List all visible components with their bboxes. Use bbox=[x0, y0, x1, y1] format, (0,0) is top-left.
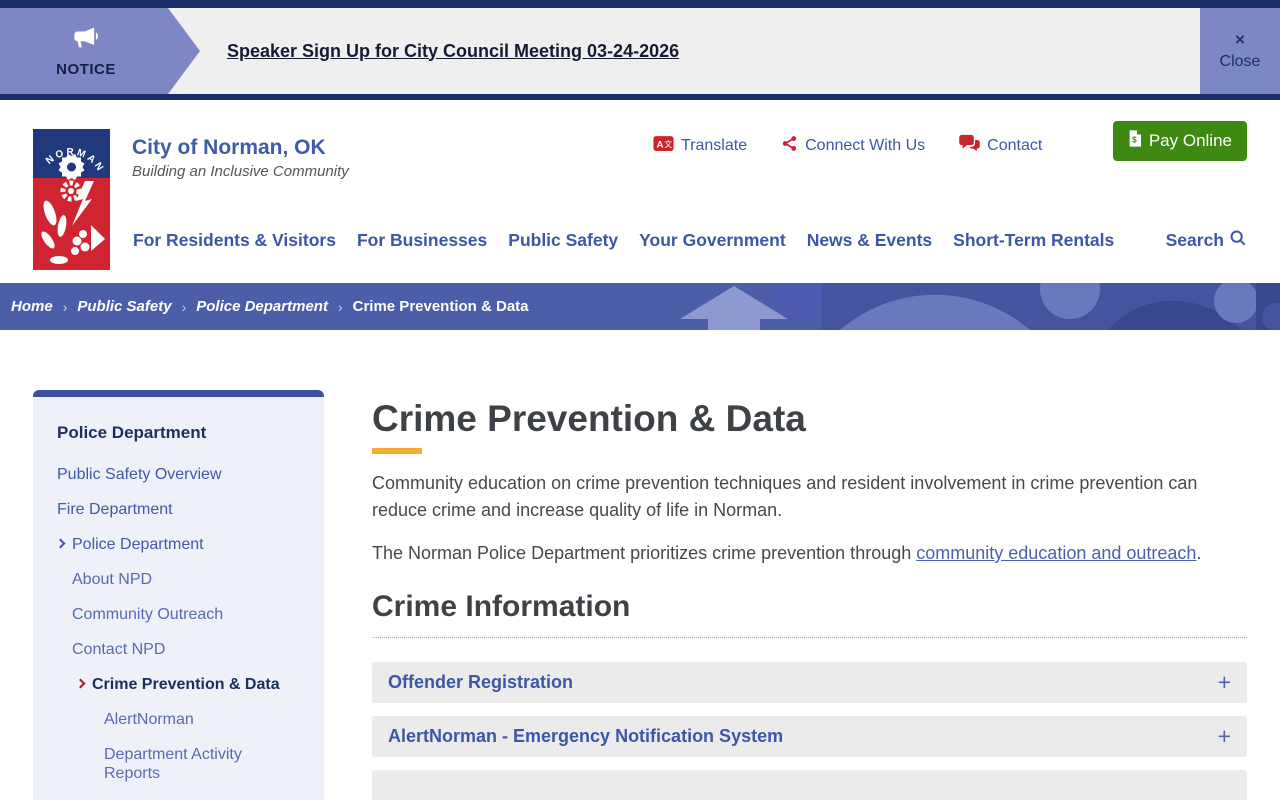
chevron-right-icon bbox=[55, 538, 66, 549]
breadcrumb-bar: Home › Public Safety › Police Department… bbox=[0, 283, 1280, 330]
contact-label: Contact bbox=[987, 136, 1043, 154]
translate-link[interactable]: A 文 Translate bbox=[653, 135, 747, 157]
sidebar-item-crime-prevention-data[interactable]: Crime Prevention & Data bbox=[75, 675, 300, 694]
site-title[interactable]: City of Norman, OK bbox=[132, 136, 326, 160]
breadcrumb-home[interactable]: Home bbox=[11, 298, 53, 315]
plus-icon: + bbox=[1217, 669, 1231, 695]
invoice-icon: $ bbox=[1128, 130, 1141, 152]
close-icon: × bbox=[1235, 30, 1245, 49]
breadcrumb-public-safety[interactable]: Public Safety bbox=[77, 298, 171, 315]
nav-your-government[interactable]: Your Government bbox=[639, 230, 786, 251]
body-paragraph: The Norman Police Department prioritizes… bbox=[372, 543, 1202, 563]
sidebar-panel: Police Department Public Safety Overview… bbox=[33, 397, 324, 800]
pay-online-button[interactable]: $ Pay Online bbox=[1112, 121, 1247, 161]
notice-link[interactable]: Speaker Sign Up for City Council Meeting… bbox=[227, 41, 679, 62]
accordion-alertnorman[interactable]: AlertNorman - Emergency Notification Sys… bbox=[372, 716, 1247, 757]
notice-flag: NOTICE bbox=[0, 8, 200, 94]
breadcrumb-decoration bbox=[680, 283, 1280, 330]
notice-banner-body: NOTICE Speaker Sign Up for City Council … bbox=[0, 8, 1280, 94]
svg-text:$: $ bbox=[1132, 136, 1137, 145]
sidebar: Police Department Public Safety Overview… bbox=[33, 390, 324, 800]
nav-residents-visitors[interactable]: For Residents & Visitors bbox=[133, 230, 336, 251]
breadcrumb: Home › Public Safety › Police Department… bbox=[11, 283, 529, 330]
connect-with-us-label: Connect With Us bbox=[805, 136, 926, 154]
chevron-right-icon: › bbox=[337, 298, 343, 315]
sidebar-item-about-npd[interactable]: About NPD bbox=[72, 570, 300, 589]
contact-link[interactable]: Contact bbox=[959, 134, 1042, 157]
accordion-list: Offender Registration + AlertNorman - Em… bbox=[372, 662, 1247, 800]
page-title: Crime Prevention & Data bbox=[372, 398, 806, 439]
sidebar-accent-bar bbox=[33, 390, 324, 397]
close-label: Close bbox=[1219, 53, 1261, 70]
main-nav: For Residents & Visitors For Businesses … bbox=[133, 229, 1247, 252]
nav-public-safety[interactable]: Public Safety bbox=[508, 230, 618, 251]
translate-label: Translate bbox=[681, 136, 748, 154]
main-content: Crime Prevention & Data Community educat… bbox=[372, 398, 1247, 800]
intro-paragraph: Community education on crime prevention … bbox=[372, 473, 1198, 520]
translate-icon: A 文 bbox=[653, 135, 674, 157]
sidebar-item-police-department[interactable]: Police Department bbox=[55, 535, 300, 554]
nav-news-events[interactable]: News & Events bbox=[807, 230, 932, 251]
connect-with-us-link[interactable]: Connect With Us bbox=[781, 135, 925, 157]
chevron-right-icon bbox=[75, 678, 86, 689]
notice-banner: NOTICE Speaker Sign Up for City Council … bbox=[0, 0, 1280, 100]
sidebar-item-department-activity-reports[interactable]: Department Activity Reports bbox=[104, 745, 300, 783]
svg-text:文: 文 bbox=[664, 139, 672, 149]
megaphone-icon bbox=[71, 24, 101, 57]
chevron-right-icon: › bbox=[181, 298, 187, 315]
nav-businesses[interactable]: For Businesses bbox=[357, 230, 487, 251]
plus-icon: + bbox=[1217, 723, 1231, 749]
title-accent-bar bbox=[372, 448, 422, 454]
sidebar-item-community-outreach[interactable]: Community Outreach bbox=[72, 605, 300, 624]
sidebar-item-contact-npd[interactable]: Contact NPD bbox=[72, 640, 300, 659]
notice-label: NOTICE bbox=[56, 61, 116, 78]
sidebar-item-fire-department[interactable]: Fire Department bbox=[57, 500, 300, 519]
magnifier-icon bbox=[1229, 229, 1247, 252]
notice-close-button[interactable]: × Close bbox=[1200, 8, 1280, 94]
chevron-right-icon: › bbox=[62, 298, 68, 315]
sidebar-heading: Police Department bbox=[57, 423, 207, 442]
breadcrumb-police-department[interactable]: Police Department bbox=[196, 298, 328, 315]
sidebar-item-alertnorman[interactable]: AlertNorman bbox=[104, 710, 300, 729]
search-label: Search bbox=[1165, 230, 1224, 250]
sidebar-item-public-safety-overview[interactable]: Public Safety Overview bbox=[57, 465, 300, 484]
city-logo[interactable]: NORMAN bbox=[33, 129, 110, 270]
page: NOTICE Speaker Sign Up for City Council … bbox=[0, 0, 1280, 800]
utility-links: A 文 Translate Connect With Us Contact bbox=[653, 134, 1042, 157]
chat-icon bbox=[959, 134, 980, 157]
accordion-offender-registration[interactable]: Offender Registration + bbox=[372, 662, 1247, 703]
accordion-partial[interactable] bbox=[372, 770, 1247, 800]
svg-text:A: A bbox=[657, 139, 664, 150]
community-education-link[interactable]: community education and outreach bbox=[916, 543, 1196, 563]
share-icon bbox=[781, 135, 798, 157]
breadcrumb-current: Crime Prevention & Data bbox=[352, 298, 529, 315]
site-tagline: Building an Inclusive Community bbox=[132, 163, 349, 180]
nav-short-term-rentals[interactable]: Short-Term Rentals bbox=[953, 230, 1114, 251]
site-header: NORMAN City of Norman, OK Building an In… bbox=[0, 100, 1280, 283]
section-heading: Crime Information bbox=[372, 589, 1247, 638]
pay-online-label: Pay Online bbox=[1148, 131, 1232, 150]
search-button[interactable]: Search bbox=[1166, 229, 1247, 252]
